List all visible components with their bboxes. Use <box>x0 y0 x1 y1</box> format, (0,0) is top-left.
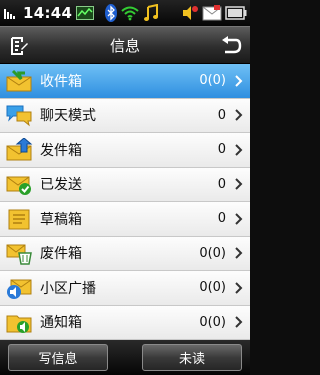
battery-icon <box>225 6 247 20</box>
back-icon[interactable] <box>220 35 242 57</box>
folder-list: 收件箱 0(0) 聊天模式 0 发件箱 0 已发送 0 草稿箱 0 废件箱 0(… <box>0 64 250 340</box>
page-title: 信息 <box>109 36 140 55</box>
sent-icon <box>4 169 34 199</box>
compose-message-button[interactable]: 写信息 <box>8 344 108 371</box>
edit-list-icon[interactable] <box>8 35 30 57</box>
chevron-right-icon <box>234 109 244 121</box>
trash-icon <box>4 238 34 268</box>
folder-item-trash[interactable]: 废件箱 0(0) <box>0 236 250 271</box>
title-bar: 信息 <box>0 26 250 64</box>
chevron-right-icon <box>234 144 244 156</box>
folder-label: 小区广播 <box>40 280 96 297</box>
message-icon <box>202 5 222 21</box>
folder-item-cell-broadcast[interactable]: 小区广播 0(0) <box>0 271 250 306</box>
folder-count: 0(0) <box>199 280 226 296</box>
inbox-icon <box>4 66 34 96</box>
status-bar: 14:44 <box>0 0 250 26</box>
chevron-right-icon <box>234 316 244 328</box>
folder-label: 已发送 <box>40 177 82 194</box>
drafts-icon <box>4 204 34 234</box>
folder-label: 聊天模式 <box>40 108 96 125</box>
folder-count: 0(0) <box>199 314 226 330</box>
wifi-icon <box>120 5 140 21</box>
speaker-icon <box>181 4 199 22</box>
chevron-right-icon <box>234 247 244 259</box>
music-icon <box>143 4 159 22</box>
folder-count: 0 <box>217 211 226 227</box>
folder-label: 废件箱 <box>40 246 82 263</box>
unread-button[interactable]: 未读 <box>142 344 242 371</box>
folder-item-chat[interactable]: 聊天模式 0 <box>0 98 250 133</box>
signal-activity-icon <box>3 5 19 21</box>
folder-count: 0 <box>217 107 226 123</box>
cell-broadcast-icon <box>4 273 34 303</box>
folder-item-inbox[interactable]: 收件箱 0(0) <box>0 64 250 99</box>
folder-label: 发件箱 <box>40 142 82 159</box>
folder-count: 0(0) <box>199 73 226 89</box>
folder-item-drafts[interactable]: 草稿箱 0 <box>0 202 250 237</box>
folder-label: 通知箱 <box>40 315 82 332</box>
signal-activity-icon <box>76 6 95 20</box>
folder-item-sent[interactable]: 已发送 0 <box>0 167 250 202</box>
chevron-right-icon <box>234 213 244 225</box>
chevron-right-icon <box>234 75 244 87</box>
folder-label: 收件箱 <box>40 73 82 90</box>
folder-item-notification[interactable]: 通知箱 0(0) <box>0 305 250 340</box>
folder-count: 0 <box>217 176 226 192</box>
folder-count: 0(0) <box>199 245 226 261</box>
folder-item-outbox[interactable]: 发件箱 0 <box>0 133 250 168</box>
chat-icon <box>4 100 34 130</box>
chevron-right-icon <box>234 282 244 294</box>
folder-count: 0 <box>217 142 226 158</box>
folder-label: 草稿箱 <box>40 211 82 228</box>
bluetooth-icon <box>105 4 117 22</box>
chevron-right-icon <box>234 178 244 190</box>
bottom-bar: 写信息 未读 <box>0 340 250 375</box>
notification-icon <box>4 307 34 337</box>
status-clock: 14:44 <box>23 4 73 22</box>
outbox-icon <box>4 135 34 165</box>
